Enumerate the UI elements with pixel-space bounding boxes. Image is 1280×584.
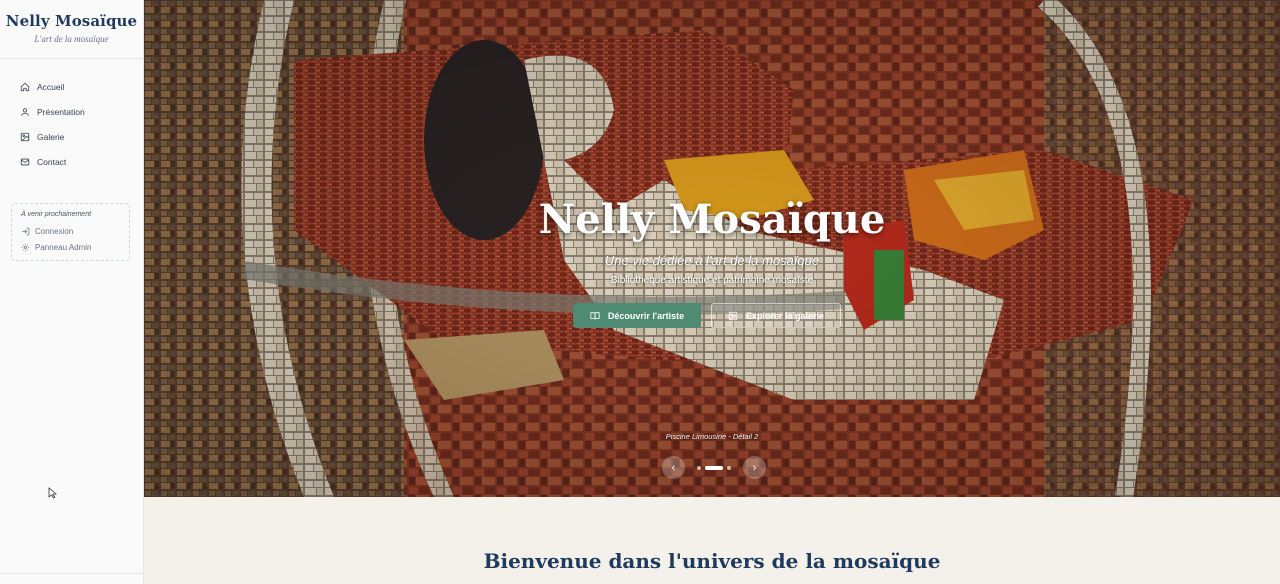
sidebar-divider [0, 573, 143, 574]
sidebar-nav: Accueil Présentation Galerie Contact [0, 59, 143, 174]
hero-buttons: Découvrir l'artiste Explorer la galerie [144, 303, 1280, 328]
coming-soon-label: Connexion [35, 226, 74, 236]
sidebar-item-contact[interactable]: Contact [0, 149, 143, 174]
image-icon [20, 132, 30, 141]
carousel-dots [697, 465, 731, 470]
mouse-cursor-icon [48, 487, 58, 499]
hero-banner: Nelly Mosaïque Une vie dédiée à l'art de… [144, 0, 1280, 497]
carousel-dot-1[interactable] [697, 465, 701, 470]
brand[interactable]: Nelly Mosaïque L'art de la mosaïque [0, 0, 143, 59]
hero-title: Nelly Mosaïque [538, 196, 886, 243]
sidebar-item-label: Contact [37, 156, 67, 167]
slide-caption: Piscine Limousine - Détail 2 [665, 432, 759, 441]
carousel-prev-button[interactable]: ‹ [662, 456, 685, 479]
sidebar: Nelly Mosaïque L'art de la mosaïque Accu… [0, 0, 144, 584]
sidebar-item-label: Galerie [37, 131, 65, 142]
carousel-dot-2[interactable] [705, 465, 723, 470]
sidebar-item-galerie[interactable]: Galerie [0, 124, 143, 149]
coming-soon-title: À venir prochainement [21, 211, 92, 218]
discover-artist-label: Découvrir l'artiste [607, 310, 685, 321]
brand-subtitle: L'art de la mosaïque [34, 34, 109, 44]
sidebar-item-presentation[interactable]: Présentation [0, 99, 143, 124]
welcome-section: Bienvenue dans l'univers de la mosaïque [144, 497, 1280, 584]
hero-tagline: Bibliothèque artistique et patrimoine mo… [610, 275, 814, 286]
carousel-controls: ‹ › [662, 456, 766, 479]
carousel-dot-3[interactable] [727, 465, 731, 470]
image-icon [728, 311, 738, 320]
coming-soon-admin: Panneau Admin [21, 239, 120, 255]
coming-soon-box: À venir prochainement Connexion Panneau … [11, 203, 130, 261]
sidebar-item-label: Accueil [37, 81, 65, 92]
user-icon [21, 107, 29, 116]
discover-artist-button[interactable]: Découvrir l'artiste [573, 303, 701, 328]
login-icon [22, 227, 30, 235]
explore-gallery-button[interactable]: Explorer la galerie [711, 303, 841, 328]
sidebar-item-label: Présentation [37, 106, 85, 117]
hero-subtitle: Une vie dédiée à l'art de la mosaïque [604, 253, 820, 268]
coming-soon-connexion: Connexion [21, 223, 120, 239]
sidebar-item-accueil[interactable]: Accueil [0, 74, 143, 99]
home-icon [20, 82, 30, 91]
hero-content: Nelly Mosaïque Une vie dédiée à l'art de… [144, 196, 1280, 328]
book-open-icon [590, 311, 600, 319]
welcome-heading: Bienvenue dans l'univers de la mosaïque [483, 549, 941, 573]
brand-title: Nelly Mosaïque [5, 12, 138, 30]
carousel-next-button[interactable]: › [743, 456, 766, 479]
gear-icon [21, 243, 30, 251]
explore-gallery-label: Explorer la galerie [745, 310, 825, 321]
coming-soon-label: Panneau Admin [35, 242, 92, 252]
mail-icon [20, 158, 30, 165]
